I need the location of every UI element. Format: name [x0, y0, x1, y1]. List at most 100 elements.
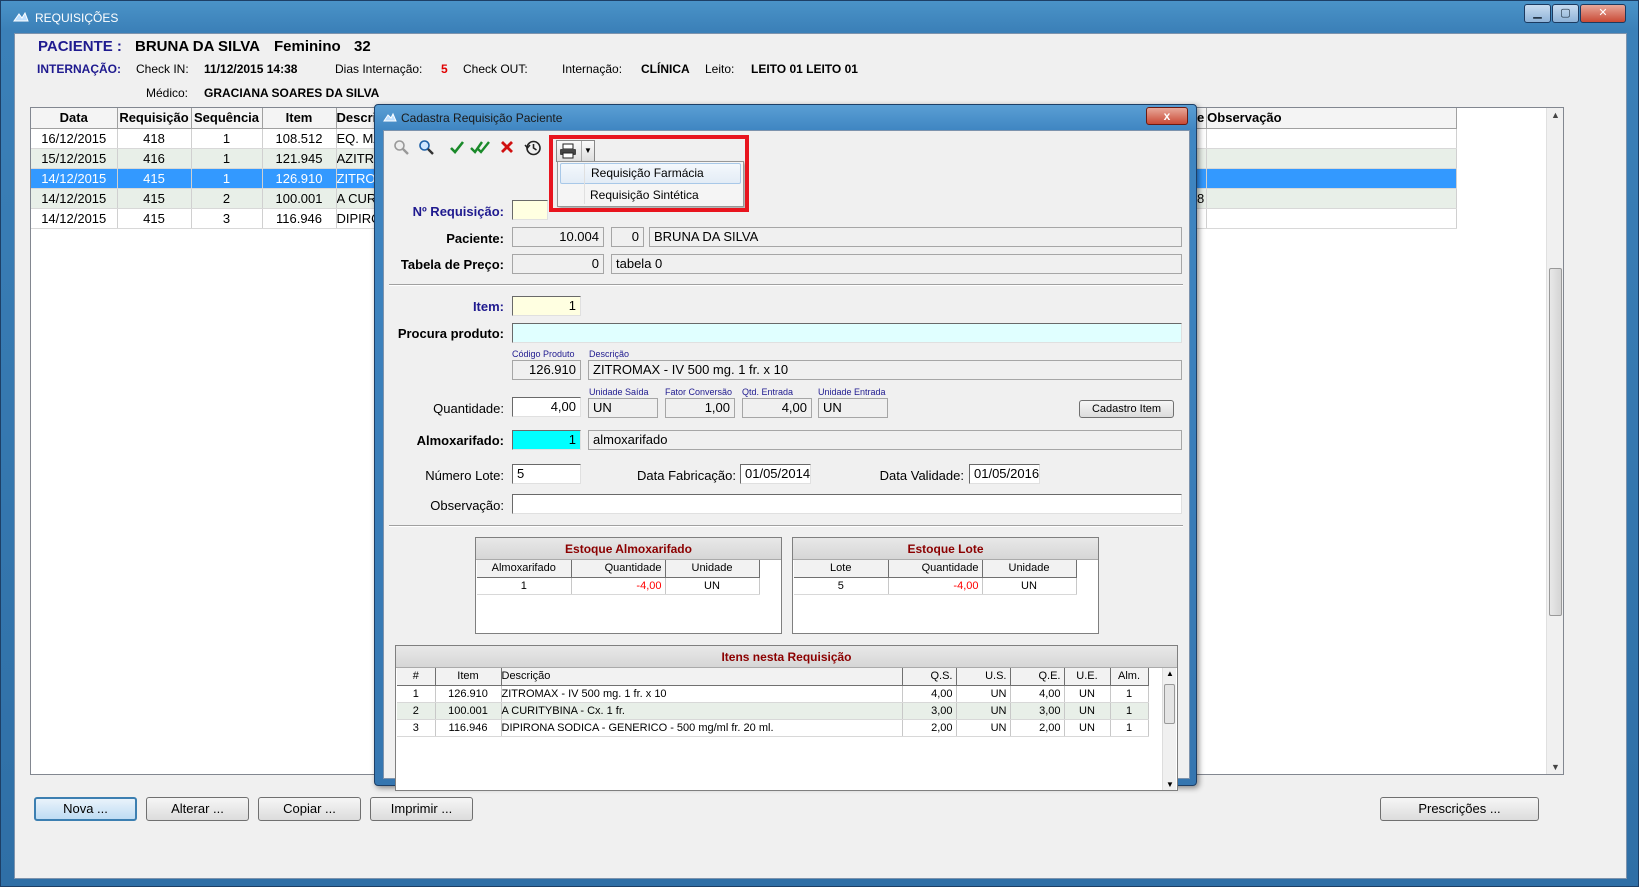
- lote-input[interactable]: 5: [512, 464, 581, 484]
- observacao-input[interactable]: [512, 494, 1182, 514]
- validade-label: Data Validade:: [879, 468, 964, 483]
- cell-quantidade: -4,00: [888, 577, 983, 595]
- cell-seq: 3: [191, 208, 263, 229]
- col-quantidade[interactable]: Quantidade: [571, 560, 666, 578]
- double-check-icon[interactable]: [469, 139, 491, 161]
- cancel-icon[interactable]: [496, 139, 518, 161]
- col-num[interactable]: #: [397, 668, 436, 686]
- scrollbar-thumb[interactable]: [1164, 684, 1175, 724]
- codigo-caption: Código Produto: [512, 349, 575, 359]
- history-icon[interactable]: [522, 139, 544, 161]
- col-data[interactable]: Data: [31, 108, 118, 129]
- table-row[interactable]: 3 116.946 DIPIRONA SODICA - GENERICO - 5…: [397, 719, 1149, 737]
- fator-caption: Fator Conversão: [665, 387, 733, 397]
- tabela-id-field: 0: [512, 254, 604, 274]
- cadastro-item-button[interactable]: Cadastro Item: [1079, 400, 1174, 418]
- cell-item: 116.946: [435, 719, 502, 737]
- cell-lote: 5: [794, 577, 889, 595]
- item-field[interactable]: 1: [512, 296, 581, 316]
- col-item[interactable]: Item: [262, 108, 337, 129]
- zoom-disabled-icon[interactable]: [390, 139, 412, 161]
- table-row[interactable]: 1 126.910 ZITROMAX - IV 500 mg. 1 fr. x …: [397, 685, 1149, 703]
- copiar-button[interactable]: Copiar ...: [258, 797, 361, 821]
- col-unidade[interactable]: Unidade: [982, 560, 1077, 578]
- nova-button[interactable]: Nova ...: [34, 797, 137, 821]
- col-lote[interactable]: Lote: [794, 560, 889, 578]
- cell-req: 416: [117, 148, 192, 169]
- item-label: Item:: [472, 299, 504, 314]
- descricao-field: ZITROMAX - IV 500 mg. 1 fr. x 10: [588, 360, 1182, 380]
- paciente-seq-field: 0: [611, 227, 644, 247]
- app-icon: [13, 11, 29, 22]
- col-observacao[interactable]: Observação: [1206, 108, 1458, 129]
- medico-value: GRACIANA SOARES DA SILVA: [204, 86, 380, 100]
- internacao-tipo-label: Internação:: [562, 62, 623, 76]
- qtd-entrada-field: 4,00: [742, 398, 812, 418]
- scroll-up-icon[interactable]: ▲: [1551, 110, 1560, 120]
- cell-req: 415: [117, 168, 192, 189]
- col-requisicao[interactable]: Requisição: [117, 108, 192, 129]
- nreq-field[interactable]: [512, 200, 548, 220]
- fabricacao-label: Data Fabricação:: [637, 468, 736, 483]
- validade-input[interactable]: 01/05/2016: [969, 464, 1040, 484]
- leito-label: Leito:: [705, 62, 735, 76]
- col-qe[interactable]: Q.E.: [1010, 668, 1065, 686]
- cell-us: UN: [956, 719, 1011, 737]
- table-row[interactable]: 1 -4,00 UN: [477, 577, 760, 595]
- cadastra-requisicao-dialog: Cadastra Requisição Paciente x ▼ Nº Requ…: [374, 104, 1197, 791]
- cell-item: 121.945: [262, 148, 337, 169]
- scroll-down-icon[interactable]: ▼: [1166, 780, 1174, 789]
- alterar-button[interactable]: Alterar ...: [146, 797, 249, 821]
- close-button[interactable]: ✕: [1580, 4, 1626, 23]
- title-bar[interactable]: REQUISIÇÕES ▁ ▢ ✕: [1, 1, 1638, 33]
- almoxarifado-input[interactable]: 1: [512, 430, 581, 450]
- col-quantidade[interactable]: Quantidade: [888, 560, 983, 578]
- cell-obs: [1206, 128, 1458, 149]
- minimize-button[interactable]: ▁: [1524, 4, 1551, 23]
- dias-label: Dias Internação:: [335, 62, 423, 76]
- check-icon[interactable]: [446, 139, 468, 161]
- cell-qs: 4,00: [902, 685, 957, 703]
- dialog-client-area: ▼ Nº Requisição: Paciente: 10.004 0 BRUN…: [383, 130, 1190, 791]
- col-descricao[interactable]: Descrição: [501, 668, 903, 686]
- col-alm[interactable]: Alm.: [1110, 668, 1149, 686]
- cell-seq: 2: [191, 188, 263, 209]
- cell-seq: 1: [191, 148, 263, 169]
- imprimir-button[interactable]: Imprimir ...: [370, 797, 473, 821]
- col-sequencia[interactable]: Sequência: [191, 108, 263, 129]
- quantidade-input[interactable]: 4,00: [512, 397, 581, 417]
- cell-req: 415: [117, 208, 192, 229]
- scroll-up-icon[interactable]: ▲: [1166, 669, 1174, 678]
- col-item[interactable]: Item: [435, 668, 502, 686]
- table-row[interactable]: 5 -4,00 UN: [794, 577, 1077, 595]
- col-unidade[interactable]: Unidade: [665, 560, 760, 578]
- col-qs[interactable]: Q.S.: [902, 668, 957, 686]
- grid-vertical-scrollbar[interactable]: ▲ ▼: [1546, 108, 1563, 774]
- paciente-id-field: 10.004: [512, 227, 604, 247]
- itens-vertical-scrollbar[interactable]: ▲ ▼: [1162, 668, 1176, 790]
- prescricoes-button[interactable]: Prescrições ...: [1380, 797, 1539, 821]
- estoque-lote-title: Estoque Lote: [793, 538, 1098, 560]
- checkout-label: Check OUT:: [463, 62, 528, 76]
- dialog-close-button[interactable]: x: [1146, 107, 1188, 125]
- scroll-down-icon[interactable]: ▼: [1551, 762, 1560, 772]
- scrollbar-thumb[interactable]: [1549, 268, 1562, 616]
- cell-obs: [1206, 148, 1458, 169]
- col-ue[interactable]: U.E.: [1064, 668, 1111, 686]
- dialog-title[interactable]: Cadastra Requisição Paciente: [383, 111, 562, 125]
- cell-item: 100.001: [435, 702, 502, 720]
- maximize-button[interactable]: ▢: [1552, 4, 1579, 23]
- procura-produto-input[interactable]: [512, 323, 1182, 343]
- col-us[interactable]: U.S.: [956, 668, 1011, 686]
- cell-item: 116.946: [262, 208, 337, 229]
- fabricacao-input[interactable]: 01/05/2014: [740, 464, 811, 484]
- table-row[interactable]: 2 100.001 A CURITYBINA - Cx. 1 fr. 3,00 …: [397, 702, 1149, 720]
- qtd-entrada-caption: Qtd. Entrada: [742, 387, 794, 397]
- col-almoxarifado[interactable]: Almoxarifado: [477, 560, 572, 578]
- almoxarifado-label: Almoxarifado:: [416, 433, 504, 448]
- search-icon[interactable]: [415, 139, 437, 161]
- cell-data: 15/12/2015: [31, 148, 118, 169]
- medico-label: Médico:: [146, 86, 189, 100]
- itens-requisicao-panel: Itens nesta Requisição # Item Descrição …: [395, 645, 1178, 791]
- cell-almoxarifado: 1: [477, 577, 572, 595]
